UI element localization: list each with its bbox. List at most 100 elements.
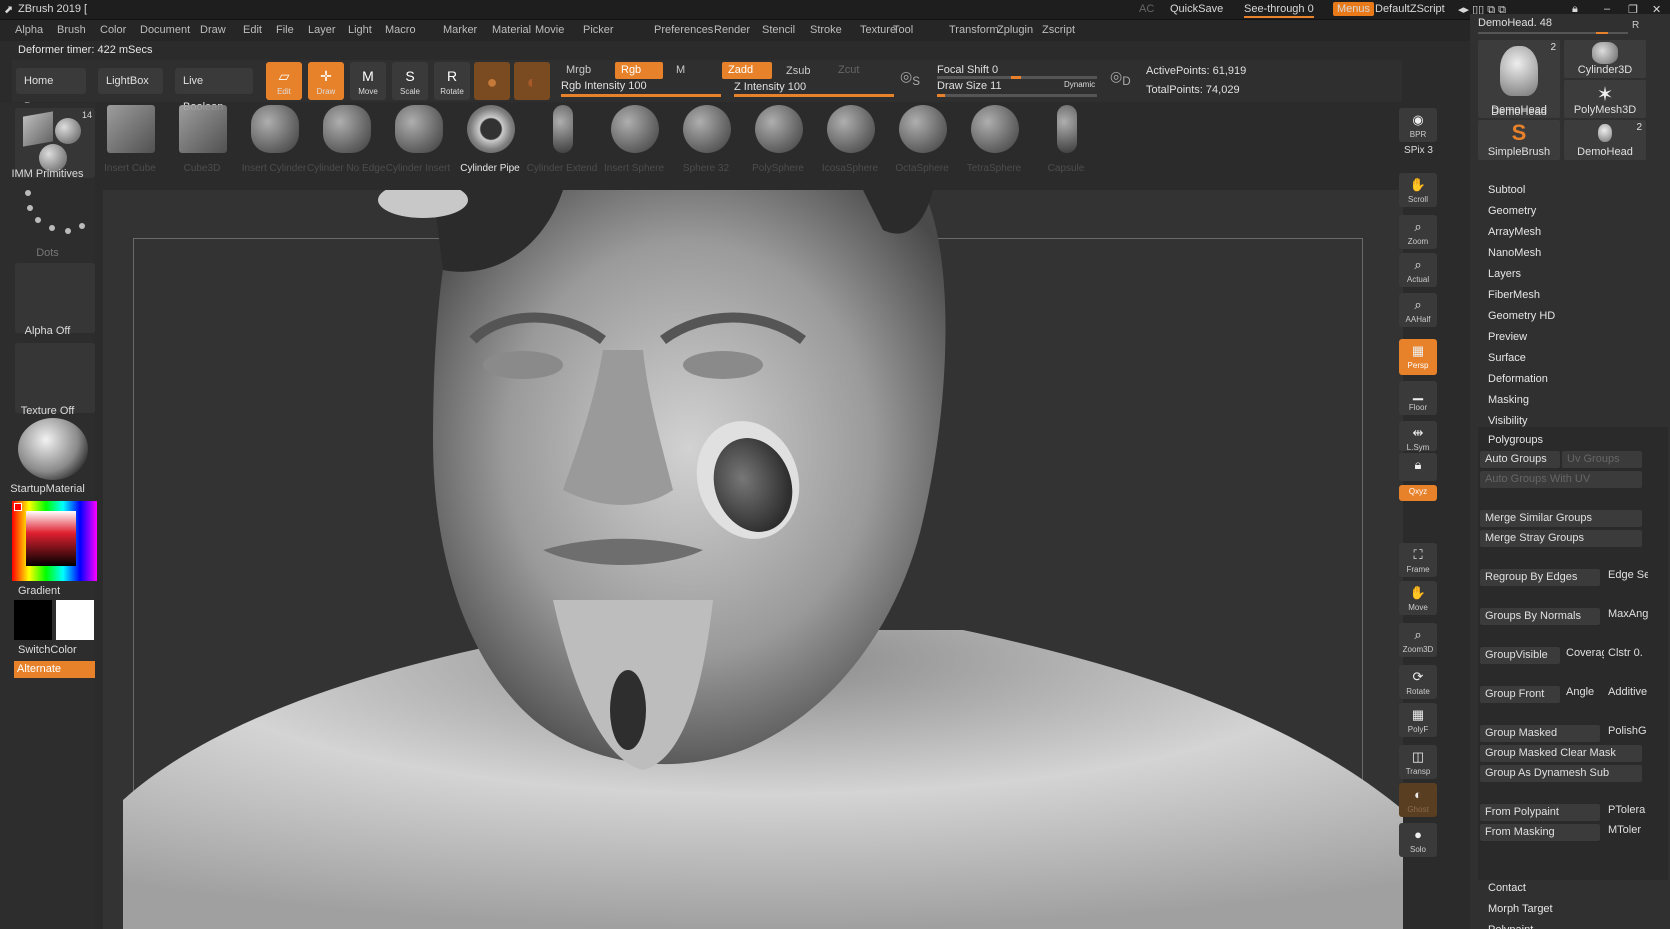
menu-zplugin[interactable]: Zplugin	[997, 24, 1033, 36]
menu-texture[interactable]: Texture	[860, 24, 896, 36]
menu-marker[interactable]: Marker	[443, 24, 477, 36]
regroup-by-edges-button[interactable]: Regroup By Edges	[1480, 569, 1600, 586]
menu-transform[interactable]: Transform	[949, 24, 999, 36]
persp-button[interactable]: ▦ Persp	[1399, 339, 1437, 375]
zoom3d-button[interactable]: ⌕ Zoom3D	[1399, 623, 1437, 657]
tab-lightbox[interactable]: LightBox	[98, 68, 163, 94]
coverage-slider[interactable]: Coverag	[1566, 647, 1604, 659]
from-polypaint-button[interactable]: From Polypaint	[1480, 804, 1600, 821]
tab-live-boolean[interactable]: Live Boolean	[175, 68, 253, 113]
palette-menu-morph-target[interactable]: Morph Target	[1488, 903, 1553, 915]
alternate-button[interactable]: Alternate	[14, 661, 95, 678]
demohead-slider[interactable]	[1478, 32, 1628, 34]
see-through-slider[interactable]: See-through 0	[1244, 3, 1314, 15]
edge-sensitivity-slider[interactable]: Edge Se	[1608, 569, 1648, 581]
ghost-button[interactable]: ◐ Ghost	[1399, 783, 1437, 817]
menu-light[interactable]: Light	[348, 24, 372, 36]
primary-color-swatch[interactable]	[14, 600, 52, 640]
menu-preferences[interactable]: Preferences	[654, 24, 713, 36]
polygroups-title[interactable]: Polygroups	[1488, 434, 1543, 446]
palette-menu-geometry[interactable]: Geometry	[1488, 205, 1536, 217]
palette-menu-surface[interactable]: Surface	[1488, 352, 1526, 364]
primitive-icosasphere[interactable]: IcosaSphere	[815, 103, 885, 183]
rgb-toggle[interactable]: Rgb	[615, 62, 663, 79]
menu-alpha[interactable]: Alpha	[15, 24, 43, 36]
menu-stroke[interactable]: Stroke	[810, 24, 842, 36]
solo-button[interactable]: ● Solo	[1399, 823, 1437, 857]
color-picker-square[interactable]	[26, 511, 76, 566]
dynamic-toggle[interactable]: Dynamic	[1064, 80, 1095, 89]
r-button[interactable]: R	[1632, 20, 1639, 31]
menu-picker[interactable]: Picker	[583, 24, 614, 36]
group-masked-clear-mask-button[interactable]: Group Masked Clear Mask	[1480, 745, 1642, 762]
group-front-button[interactable]: Group Front	[1480, 686, 1560, 703]
transp-button[interactable]: ◫ Transp	[1399, 745, 1437, 779]
menu-material[interactable]: Material	[492, 24, 531, 36]
menu-edit[interactable]: Edit	[243, 24, 262, 36]
primitive-cylinder-pipe[interactable]: Cylinder Pipe	[455, 103, 525, 183]
group-masked-button[interactable]: Group Masked	[1480, 725, 1600, 742]
quicksave-button[interactable]: QuickSave	[1170, 3, 1223, 15]
subtool-cylinder3d[interactable]: Cylinder3D	[1564, 40, 1646, 78]
auto-groups-uv-button[interactable]: Auto Groups With UV	[1480, 471, 1642, 488]
palette-menu-arraymesh[interactable]: ArrayMesh	[1488, 226, 1541, 238]
primitive-insert-sphere[interactable]: Insert Sphere	[599, 103, 669, 183]
additive-toggle[interactable]: Additive	[1608, 686, 1648, 698]
edit-button[interactable]: ▱ Edit	[266, 62, 302, 100]
menu-layer[interactable]: Layer	[308, 24, 336, 36]
floor-button[interactable]: ▁ Floor	[1399, 381, 1437, 415]
zoom-button[interactable]: ⌕ Zoom	[1399, 215, 1437, 249]
subtool-polymesh3d[interactable]: ✶ PolyMesh3D	[1564, 80, 1646, 118]
primitive-cylinder-insert[interactable]: Cylinder Insert	[383, 103, 453, 183]
bpr-button[interactable]: ◉ BPR	[1399, 108, 1437, 142]
palette-menu-polypaint[interactable]: Polypaint	[1488, 924, 1533, 929]
primitive-cylinder-extend[interactable]: Cylinder Extend	[527, 103, 597, 183]
subtool-simplebrush[interactable]: S SimpleBrush	[1478, 120, 1560, 160]
palette-menu-masking[interactable]: Masking	[1488, 394, 1529, 406]
aahalf-button[interactable]: ⌕ AAHalf	[1399, 293, 1437, 327]
primitive-insert-cylinder[interactable]: Insert Cylinder	[239, 103, 309, 183]
d-brush-icon[interactable]: ◎D	[1110, 68, 1131, 88]
primitive-cylinder-no-edge[interactable]: Cylinder No Edge	[307, 103, 385, 183]
menu-zscript[interactable]: Zscript	[1042, 24, 1075, 36]
palette-menu-layers[interactable]: Layers	[1488, 268, 1521, 280]
menu-movie[interactable]: Movie	[535, 24, 564, 36]
polypaint-tolerance-slider[interactable]: PTolera	[1608, 804, 1648, 816]
subtool-demohead-2[interactable]: 2 DemoHead	[1564, 120, 1646, 160]
menu-file[interactable]: File	[276, 24, 294, 36]
color-sphere-button[interactable]: ◐	[514, 62, 550, 100]
menu-tool[interactable]: Tool	[893, 24, 913, 36]
auto-groups-button[interactable]: Auto Groups	[1480, 451, 1560, 468]
scroll-button[interactable]: ✋ Scroll	[1399, 173, 1437, 207]
primitive-sphere-32[interactable]: Sphere 32	[671, 103, 741, 183]
texture-button[interactable]	[15, 343, 95, 413]
material-sphere-button[interactable]: ●	[474, 62, 510, 100]
move-button[interactable]: ✋ Move	[1399, 581, 1437, 615]
menu-color[interactable]: Color	[100, 24, 126, 36]
move-button[interactable]: M Move	[350, 62, 386, 100]
polish-groups-slider[interactable]: PolishG	[1608, 725, 1648, 737]
secondary-color-swatch[interactable]	[56, 600, 94, 640]
palette-menu-contact[interactable]: Contact	[1488, 882, 1526, 894]
palette-menu-geometry-hd[interactable]: Geometry HD	[1488, 310, 1555, 322]
cluster-slider[interactable]: Clstr 0.	[1608, 647, 1648, 659]
rotate-button[interactable]: ⟳ Rotate	[1399, 665, 1437, 699]
switchcolor-label[interactable]: SwitchColor	[18, 644, 113, 656]
draw-size-slider[interactable]	[937, 94, 1097, 97]
draw-button[interactable]: ✛ Draw	[308, 62, 344, 100]
m-toggle[interactable]: M	[670, 62, 691, 79]
material-sphere[interactable]	[18, 418, 88, 480]
lock-button[interactable]: 🔒︎	[1399, 453, 1437, 481]
from-masking-button[interactable]: From Masking	[1480, 824, 1600, 841]
spix-value[interactable]: SPix 3	[1396, 145, 1441, 156]
primitive-cube3d[interactable]: Cube3D	[167, 103, 237, 183]
focal-shift-slider[interactable]	[937, 76, 1097, 79]
z-intensity-slider[interactable]	[734, 94, 894, 97]
rgb-intensity-slider[interactable]	[561, 94, 721, 97]
groupvisible-button[interactable]: GroupVisible	[1480, 647, 1560, 664]
palette-menu-nanomesh[interactable]: NanoMesh	[1488, 247, 1541, 259]
group-as-dynamesh-sub-button[interactable]: Group As Dynamesh Sub	[1480, 765, 1642, 782]
merge-stray-groups-button[interactable]: Merge Stray Groups	[1480, 530, 1642, 547]
primitive-polysphere[interactable]: PolySphere	[743, 103, 813, 183]
menu-brush[interactable]: Brush	[57, 24, 86, 36]
